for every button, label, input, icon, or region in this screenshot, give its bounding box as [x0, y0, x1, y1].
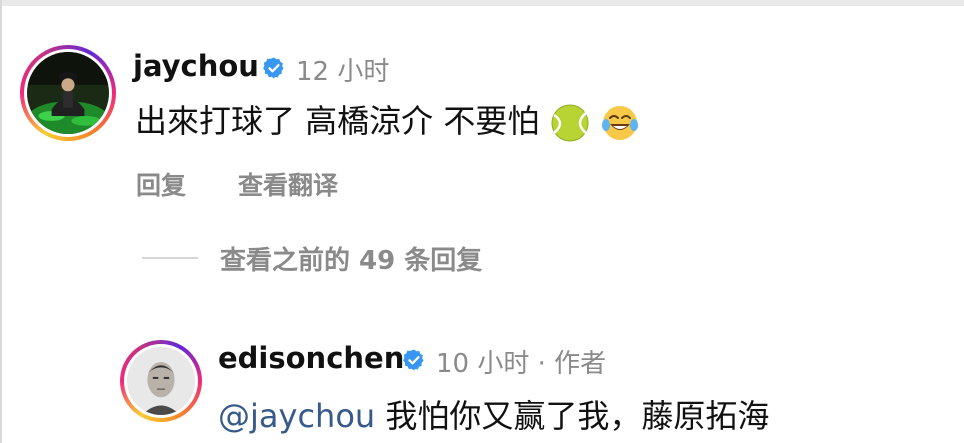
mention-link[interactable]: @jaychou [218, 397, 375, 435]
comment-body: 出來打球了 高橋涼介 不要怕 [135, 96, 640, 143]
tennis-ball-icon [551, 104, 589, 142]
view-previous-replies-button[interactable]: 查看之前的 49 条回复 [220, 240, 482, 277]
jaychou-avatar-picture [27, 52, 109, 134]
reply-username[interactable]: edisonchen [218, 341, 404, 375]
reply-button[interactable]: 回复 [136, 166, 186, 202]
jaychou-avatar[interactable] [20, 45, 116, 141]
verified-badge-icon [263, 57, 284, 79]
comment-timestamp: 12 小时 [296, 57, 390, 87]
edisonchen-avatar-picture [127, 347, 195, 415]
replies-divider-line [142, 257, 198, 259]
tears-of-joy-icon [601, 106, 638, 140]
reply-timestamp: 10 小时 · 作者 [436, 349, 607, 379]
reply-body: @jaychou 我怕你又赢了我，藤原拓海 [218, 391, 769, 437]
avatar-image [27, 52, 109, 134]
edisonchen-avatar[interactable] [120, 340, 202, 422]
verified-badge-icon [403, 349, 424, 371]
comment-username[interactable]: jaychou [133, 49, 259, 83]
avatar-image [127, 347, 195, 415]
comment-text: 出來打球了 高橋涼介 不要怕 [135, 102, 540, 140]
reply-text: 我怕你又赢了我，藤原拓海 [385, 397, 770, 435]
see-translation-button[interactable]: 查看翻译 [238, 166, 338, 202]
left-edge-border [0, 0, 2, 443]
top-divider [0, 0, 964, 6]
